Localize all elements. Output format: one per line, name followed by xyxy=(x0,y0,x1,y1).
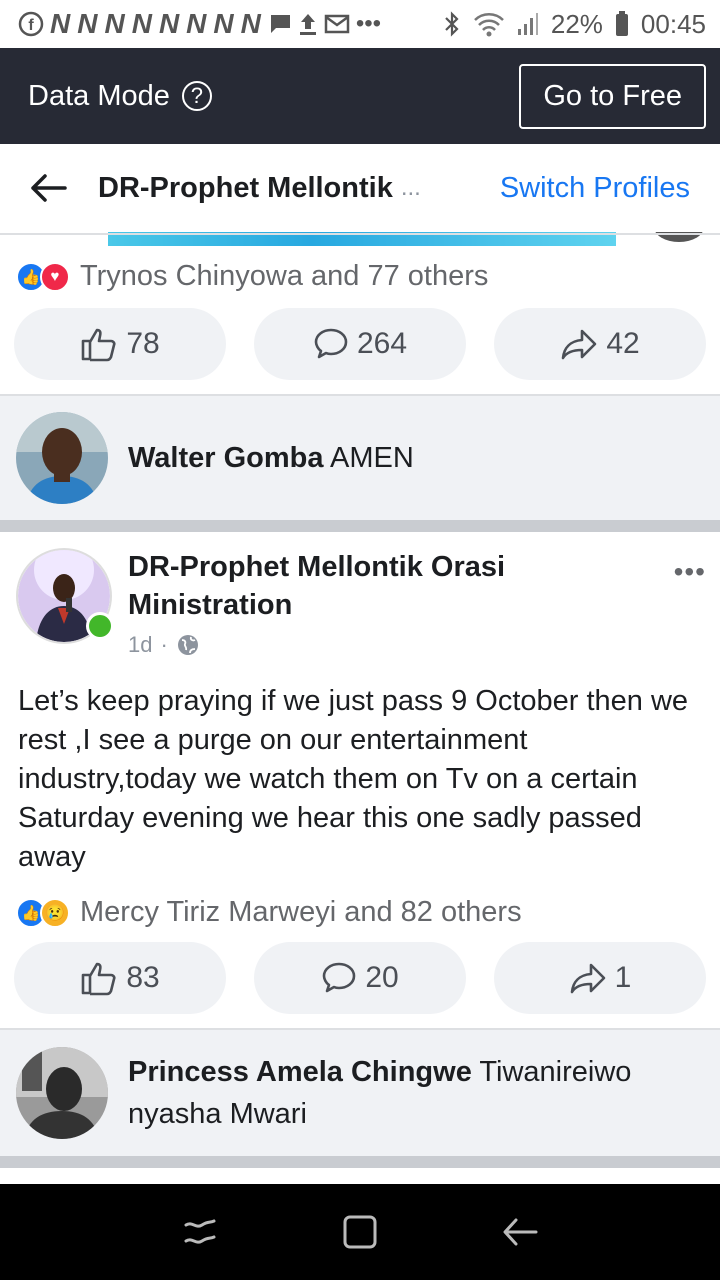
status-right: 22% 00:45 xyxy=(443,9,706,40)
comment-button[interactable]: 264 xyxy=(254,308,466,380)
clock: 00:45 xyxy=(640,8,706,39)
notification-icon: N xyxy=(213,8,235,39)
post-author-name[interactable]: DR-Prophet Mellontik Orasi Ministration xyxy=(128,548,598,624)
share-icon xyxy=(562,329,597,360)
thumbs-up-icon xyxy=(82,962,116,996)
status-bar: f N N N N N N N N ••• 22% 00:45 xyxy=(0,0,720,48)
home-button[interactable] xyxy=(335,1207,385,1257)
like-count: 83 xyxy=(126,961,160,994)
top-comment[interactable]: Walter Gomba AMEN xyxy=(0,396,720,520)
signal-icon xyxy=(517,13,538,35)
page-title: DR-Prophet Mellontik xyxy=(98,171,393,204)
more-notifications-icon: ••• xyxy=(355,10,382,37)
sad-reaction-icon: 😢 xyxy=(40,897,70,928)
meta-dot: · xyxy=(160,632,168,657)
post-separator xyxy=(0,520,720,532)
love-reaction-icon: ♥ xyxy=(40,261,70,292)
notification-icon: N xyxy=(77,8,99,39)
battery-percent: 22% xyxy=(550,8,603,39)
like-button[interactable]: 83 xyxy=(14,942,226,1014)
comment-body: Princess Amela Chingwe Tiwanireiwo nyash… xyxy=(128,1051,688,1135)
wifi-icon xyxy=(474,13,504,37)
facebook-icon: f xyxy=(18,11,44,37)
back-icon xyxy=(503,1218,538,1246)
comment-body: Walter Gomba AMEN xyxy=(128,437,414,479)
comment-button[interactable]: 20 xyxy=(254,942,466,1014)
top-comment[interactable]: Princess Amela Chingwe Tiwanireiwo nyash… xyxy=(0,1030,720,1156)
author-avatar[interactable] xyxy=(16,548,114,644)
post-author-block: DR-Prophet Mellontik Orasi Ministration … xyxy=(128,548,598,664)
post-actions: 83 20 1 xyxy=(14,942,706,1014)
svg-text:f: f xyxy=(28,17,34,34)
more-options-icon[interactable]: ••• xyxy=(674,556,706,664)
reactions-text: Mercy Tiriz Marweyi and 82 others xyxy=(80,896,522,928)
post-meta: 1d · xyxy=(128,626,598,664)
go-to-free-button[interactable]: Go to Free xyxy=(519,63,706,129)
comment-icon xyxy=(314,328,348,359)
comment-count: 20 xyxy=(365,961,399,994)
share-count: 1 xyxy=(614,961,632,994)
title-ellipsis: ... xyxy=(400,174,421,201)
comment-count: 264 xyxy=(356,327,408,360)
share-button[interactable]: 1 xyxy=(494,942,706,1014)
mail-icon xyxy=(324,14,350,34)
post-body: Let’s keep praying if we just pass 9 Oct… xyxy=(18,685,689,873)
notification-icon: N xyxy=(104,8,126,39)
comment-author[interactable]: Princess Amela Chingwe xyxy=(128,1056,472,1088)
reactions-summary[interactable]: 👍 😢 Mercy Tiriz Marweyi and 82 others xyxy=(16,896,522,929)
share-count: 42 xyxy=(606,327,640,360)
post-actions: 78 264 42 xyxy=(14,308,706,380)
thumbs-up-icon xyxy=(82,328,116,362)
share-button[interactable]: 42 xyxy=(494,308,706,380)
like-count: 78 xyxy=(126,327,160,360)
back-arrow-icon[interactable] xyxy=(28,168,68,208)
reactions-text: Trynos Chinyowa and 77 others xyxy=(80,260,489,292)
page-header: DR-Prophet Mellontik ... Switch Profiles xyxy=(0,144,720,232)
divider xyxy=(0,233,720,235)
online-status-dot xyxy=(86,612,114,640)
bluetooth-icon xyxy=(445,11,459,37)
switch-profiles-link[interactable]: Switch Profiles xyxy=(500,172,690,205)
globe-icon xyxy=(177,635,198,655)
notification-icon: N xyxy=(240,8,262,39)
message-icon xyxy=(269,15,290,33)
reactions-summary[interactable]: 👍 ♥ Trynos Chinyowa and 77 others xyxy=(16,260,488,293)
comment-text: AMEN xyxy=(329,442,414,474)
upload-icon xyxy=(299,14,316,35)
comment-author[interactable]: Walter Gomba xyxy=(128,442,324,474)
home-icon xyxy=(343,1215,377,1249)
data-mode-bar: Data Mode ? Go to Free xyxy=(0,48,720,144)
post-header: DR-Prophet Mellontik Orasi Ministration … xyxy=(16,548,706,664)
post-time[interactable]: 1d xyxy=(128,626,152,664)
recent-apps-button[interactable] xyxy=(175,1207,225,1257)
data-mode-label-group[interactable]: Data Mode ? xyxy=(28,80,212,113)
system-navigation-bar xyxy=(0,1184,720,1280)
like-button[interactable]: 78 xyxy=(14,308,226,380)
notification-icon: N xyxy=(131,8,153,39)
status-left: f N N N N N N N N ••• xyxy=(18,8,381,40)
notification-icon: N xyxy=(50,8,72,39)
data-mode-label: Data Mode xyxy=(28,79,170,112)
post-separator xyxy=(0,1156,720,1168)
avatar[interactable] xyxy=(16,1047,108,1139)
help-icon[interactable]: ? xyxy=(181,81,212,111)
post-image-partial[interactable] xyxy=(0,232,720,252)
back-button[interactable] xyxy=(495,1207,545,1257)
avatar[interactable] xyxy=(16,412,108,504)
notification-icon: N xyxy=(158,8,181,39)
share-icon xyxy=(570,963,605,994)
comment-icon xyxy=(323,962,356,993)
notification-icon: N xyxy=(186,8,208,39)
recents-icon xyxy=(184,1219,216,1244)
battery-icon xyxy=(615,11,628,36)
